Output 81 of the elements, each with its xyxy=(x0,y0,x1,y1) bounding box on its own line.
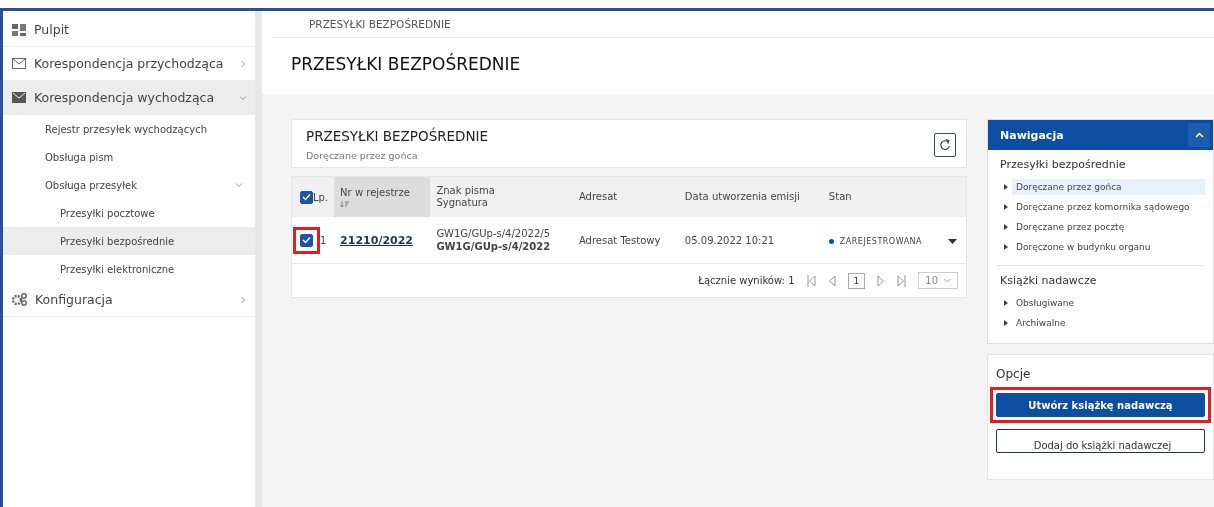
envelope-icon xyxy=(12,92,26,103)
refresh-button[interactable] xyxy=(934,132,956,157)
sidebar-item[interactable]: Przesyłki pocztowe xyxy=(3,199,255,227)
sidebar-label: Obsługa pism xyxy=(45,151,114,163)
nav-link[interactable]: Doręczane przez komornika sądowego xyxy=(1012,199,1205,215)
header-label: Nr w rejestrze xyxy=(340,186,410,199)
column-header[interactable]: Lp. xyxy=(292,177,335,217)
sidebar-item[interactable]: Korespondencja wychodząca xyxy=(3,81,255,115)
header-label: Znak pisma Sygnatura xyxy=(436,185,495,209)
column-header[interactable]: Stan xyxy=(822,177,943,217)
dropdown-caret-icon[interactable] xyxy=(948,238,958,244)
status-label: ZAREJESTROWANA xyxy=(839,236,923,246)
chevron-down-icon xyxy=(944,278,951,283)
section-title: Przesyłki bezpośrednie xyxy=(1000,158,1127,171)
header-label: Stan xyxy=(828,191,852,203)
page-title: PRZESYŁKI BEZPOŚREDNIE xyxy=(291,54,522,74)
page-size-select[interactable]: 10 xyxy=(918,272,958,289)
sort-icon xyxy=(340,200,350,208)
envelope-icon xyxy=(12,58,26,69)
panel-title: Opcje xyxy=(996,367,1032,381)
section-title: Książki nadawcze xyxy=(1000,274,1098,287)
header-label: Adresat xyxy=(578,191,618,203)
header-label: Data utworzenia emisji xyxy=(684,191,800,203)
sidebar-label: Korespondencja przychodząca xyxy=(34,56,225,71)
sidebar-label: Rejestr przesyłek wychodzących xyxy=(45,123,207,135)
add-to-book-button[interactable]: Dodaj do książki nadawczej xyxy=(996,429,1205,453)
results-count: Łącznie wyników: 1 xyxy=(698,275,795,286)
chevron-down-icon xyxy=(235,181,243,189)
breadcrumb: PRZESYŁKI BEZPOŚREDNIE xyxy=(272,11,1214,38)
next-page-icon[interactable] xyxy=(877,274,886,287)
card-subtitle: Doręczane przez gońca xyxy=(306,150,419,161)
collapse-button[interactable] xyxy=(1188,123,1210,147)
panel-title: Nawigacja xyxy=(1000,128,1064,142)
dashboard-icon xyxy=(12,23,26,36)
sidebar-label: Pulpit xyxy=(34,22,71,37)
last-page-icon[interactable] xyxy=(897,274,907,287)
sidebar-item[interactable]: Przesyłki elektroniczne xyxy=(3,255,255,283)
bullet-icon xyxy=(1004,300,1008,306)
sidebar-item[interactable]: Przesyłki bezpośrednie xyxy=(3,227,255,255)
create-book-button[interactable]: Utwórz książkę nadawczą xyxy=(996,393,1205,417)
chevron-right-icon xyxy=(239,59,247,68)
first-page-icon[interactable] xyxy=(806,274,816,287)
card-title: PRZESYŁKI BEZPOŚREDNIE xyxy=(306,128,489,144)
checkbox[interactable] xyxy=(300,233,313,247)
chevron-down-icon xyxy=(239,93,247,102)
nav-link[interactable]: Doręczone w budynku organu xyxy=(1012,239,1205,255)
bullet-icon xyxy=(1004,320,1008,326)
sidebar-item[interactable]: Rejestr przesyłek wychodzących xyxy=(3,115,255,143)
column-header[interactable]: Adresat xyxy=(572,177,679,217)
gears-icon xyxy=(12,293,27,306)
sidebar-label: Korespondencja wychodząca xyxy=(34,90,216,105)
sidebar-label: Konfiguracja xyxy=(35,292,114,307)
chevron-up-icon xyxy=(1194,132,1204,138)
nav-link[interactable]: Doręczane przez pocztę xyxy=(1012,219,1205,235)
bullet-icon xyxy=(1004,184,1008,190)
sidebar-item[interactable]: Obsługa przesyłek xyxy=(3,171,255,199)
column-header[interactable]: Data utworzenia emisji xyxy=(678,177,823,217)
bullet-icon xyxy=(1004,224,1008,230)
table-cell-text: GW1G/GUp-s/4/2022 xyxy=(436,241,552,252)
table-cell-text: GW1G/GUp-s/4/2022/5 xyxy=(436,228,551,239)
sidebar-item[interactable]: Obsługa pism xyxy=(3,143,255,171)
column-header[interactable]: Nr w rejestrze xyxy=(334,177,431,217)
checkbox[interactable] xyxy=(300,190,313,204)
nav-link[interactable]: Archiwalne xyxy=(1012,315,1197,331)
sidebar-item[interactable]: Konfiguracja xyxy=(3,283,255,317)
previous-page-icon[interactable] xyxy=(827,274,836,287)
header-label: Lp. xyxy=(313,191,329,203)
column-header[interactable]: Znak pisma Sygnatura xyxy=(430,177,573,217)
chevron-right-icon xyxy=(239,295,247,304)
table-cell: 1 xyxy=(320,234,327,246)
bullet-icon xyxy=(1004,204,1008,210)
register-number-link[interactable]: 21210/2022 xyxy=(340,233,413,247)
refresh-icon xyxy=(939,138,951,151)
table-cell: Adresat Testowy xyxy=(578,234,661,246)
page-number-button[interactable]: 1 xyxy=(847,272,866,289)
nav-link[interactable]: Doręczane przez gońca xyxy=(1012,179,1205,195)
sidebar-label: Obsługa przesyłek xyxy=(45,179,138,191)
sidebar-item[interactable]: Pulpit xyxy=(3,13,255,47)
table-cell: 05.09.2022 10:21 xyxy=(684,234,775,246)
nav-link[interactable]: Obsługiwane xyxy=(1012,295,1197,311)
bullet-icon xyxy=(1004,244,1008,250)
